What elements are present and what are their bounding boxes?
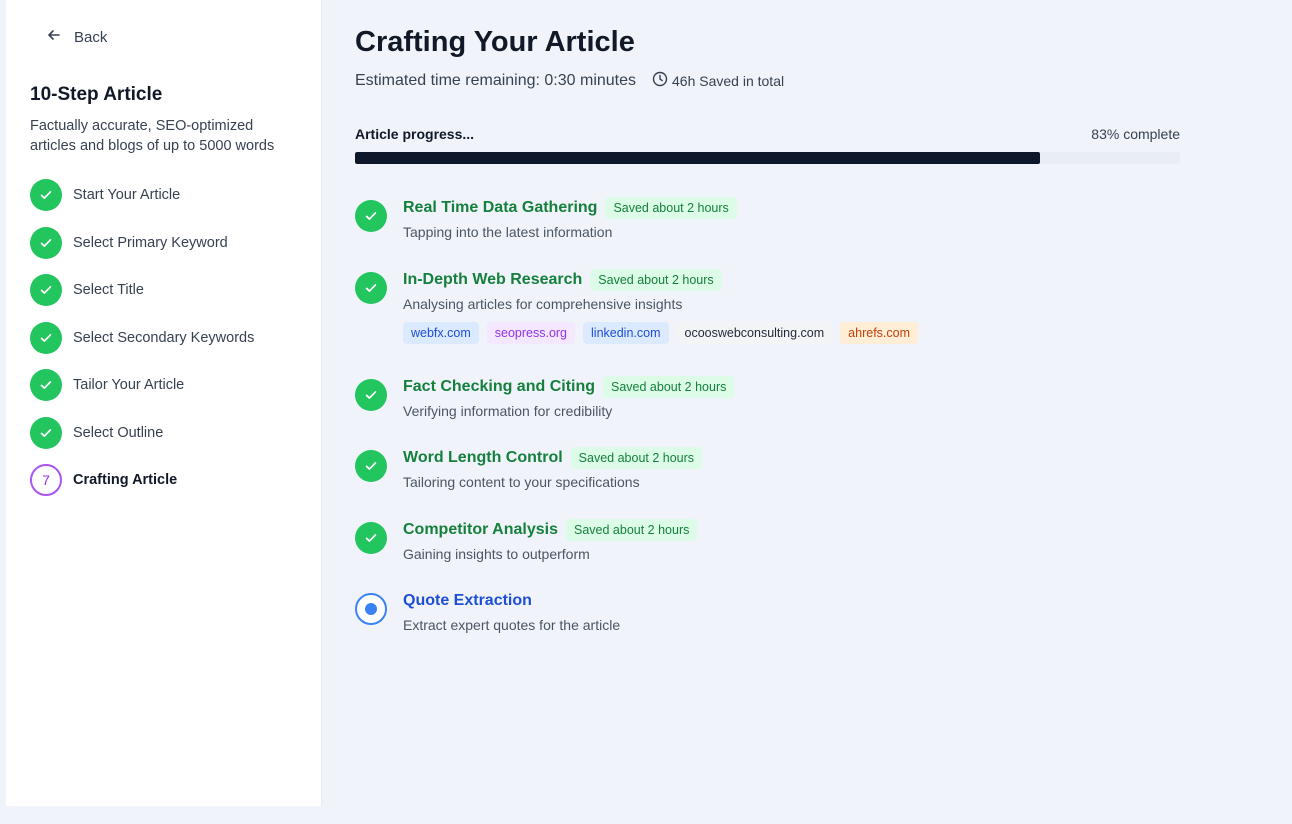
task-description: Tailoring content to your specifications [403, 474, 640, 490]
task-item: Word Length Control Saved about 2 hours Ta… [355, 446, 1185, 518]
time-saved-badge: Saved about 2 hours [590, 268, 722, 291]
step-number: 7 [30, 464, 62, 496]
check-icon [355, 271, 387, 304]
step-item[interactable]: Select Secondary Keywords [30, 321, 255, 354]
check-icon [30, 416, 62, 449]
step-label: Select Title [73, 282, 144, 298]
task-description: Gaining insights to outperform [403, 545, 590, 562]
source-list: webfx.com seopress.org linkedin.com ocooswe… [403, 321, 1185, 344]
source-chip[interactable]: linkedin.com [583, 321, 669, 344]
task-header: Fact Checking and Citing Saved about 2 ho… [403, 375, 1185, 399]
source-chip[interactable]: webfx.com [403, 321, 479, 344]
saved-total-text: 46h Saved in total [672, 72, 785, 89]
progress-percent: 83% complete [1091, 126, 1180, 142]
task-list: Real Time Data Gathering Saved about 2 ho… [355, 196, 1185, 649]
step-label: Crafting Article [73, 472, 178, 488]
task-description: Analysing articles for comprehensive ins… [403, 295, 683, 312]
task-name: Competitor Analysis [403, 520, 558, 538]
progress-bar-fill [355, 152, 1040, 164]
progress-label: Article progress... [355, 126, 475, 142]
step-label: Start Your Article [73, 187, 181, 203]
task-header: Quote Extraction [403, 589, 1185, 613]
step-item[interactable]: Start Your Article [30, 179, 254, 211]
arrow-left-icon [46, 27, 62, 47]
task-item: Quote Extraction Extract expert quotes fo… [355, 589, 1185, 649]
step-label: Select Primary Keyword [73, 234, 228, 251]
step-label: Select Outline [73, 424, 164, 441]
back-button[interactable]: Back [46, 24, 107, 50]
step-item[interactable]: 7 Crafting Article [30, 464, 254, 496]
eta-text: Estimated time remaining: 0:30 minutes [355, 71, 637, 89]
check-icon [30, 179, 62, 211]
task-name: Real Time Data Gathering [403, 199, 598, 216]
source-chip[interactable]: ahrefs.com [840, 321, 919, 344]
task-header: Word Length Control Saved about 2 hours [403, 446, 1185, 470]
progress-bar [355, 152, 1180, 164]
check-icon [355, 521, 387, 554]
task-name: In-Depth Web Research [403, 270, 583, 288]
task-description: Tapping into the latest information [403, 224, 613, 240]
time-saved-badge: Saved about 2 hours [605, 197, 737, 219]
check-icon [355, 378, 387, 411]
step-item[interactable]: Select Outline [30, 416, 254, 449]
step-label: Select Secondary Keywords [73, 329, 255, 346]
page-title: Crafting Your Article [355, 26, 635, 58]
step-label: Tailor Your Article [73, 377, 185, 393]
back-label: Back [74, 28, 108, 46]
check-icon [30, 369, 62, 401]
task-item: Fact Checking and Citing Saved about 2 ho… [355, 375, 1185, 447]
progress-header: Article progress... 83% complete [355, 126, 1180, 142]
step-item[interactable]: Select Primary Keyword [30, 226, 254, 259]
task-item: Real Time Data Gathering Saved about 2 ho… [355, 196, 1185, 268]
time-saved-badge: Saved about 2 hours [566, 518, 698, 541]
step-item[interactable]: Tailor Your Article [30, 369, 254, 401]
task-description: Verifying information for credibility [403, 402, 613, 419]
sidebar-title: 10-Step Article [30, 84, 163, 105]
task-name: Fact Checking and Citing [403, 377, 596, 395]
check-icon [30, 321, 62, 354]
task-description: Extract expert quotes for the article [403, 617, 621, 633]
task-header: Real Time Data Gathering Saved about 2 ho… [403, 196, 1185, 220]
saved-total: 46h Saved in total [652, 71, 784, 90]
time-meta: Estimated time remaining: 0:30 minutes 4… [355, 71, 784, 90]
task-item: Competitor Analysis Saved about 2 hours Ga… [355, 518, 1185, 590]
task-name: Quote Extraction [403, 592, 532, 609]
step-item[interactable]: Select Title [30, 274, 254, 306]
task-item: In-Depth Web Research Saved about 2 hours… [355, 268, 1185, 375]
clock-icon [652, 71, 672, 90]
task-header: Competitor Analysis Saved about 2 hours [403, 518, 1185, 542]
task-header: In-Depth Web Research Saved about 2 hours [403, 268, 1185, 292]
check-icon [30, 274, 62, 306]
source-chip[interactable]: ocooswebconsulting.com [676, 321, 833, 344]
check-icon [355, 450, 387, 482]
task-name: Word Length Control [403, 449, 563, 466]
step-list: Start Your Article Select Primary Keyword… [30, 179, 254, 512]
time-saved-badge: Saved about 2 hours [570, 447, 703, 469]
sidebar: Back 10-Step Article Factually accurate,… [6, 0, 322, 806]
source-chip[interactable]: seopress.org [486, 321, 576, 344]
sidebar-description: Factually accurate, SEO-optimized articl… [30, 118, 275, 154]
time-saved-badge: Saved about 2 hours [603, 375, 735, 398]
check-icon [355, 200, 387, 232]
in-progress-icon [355, 593, 387, 625]
check-icon [30, 226, 62, 259]
